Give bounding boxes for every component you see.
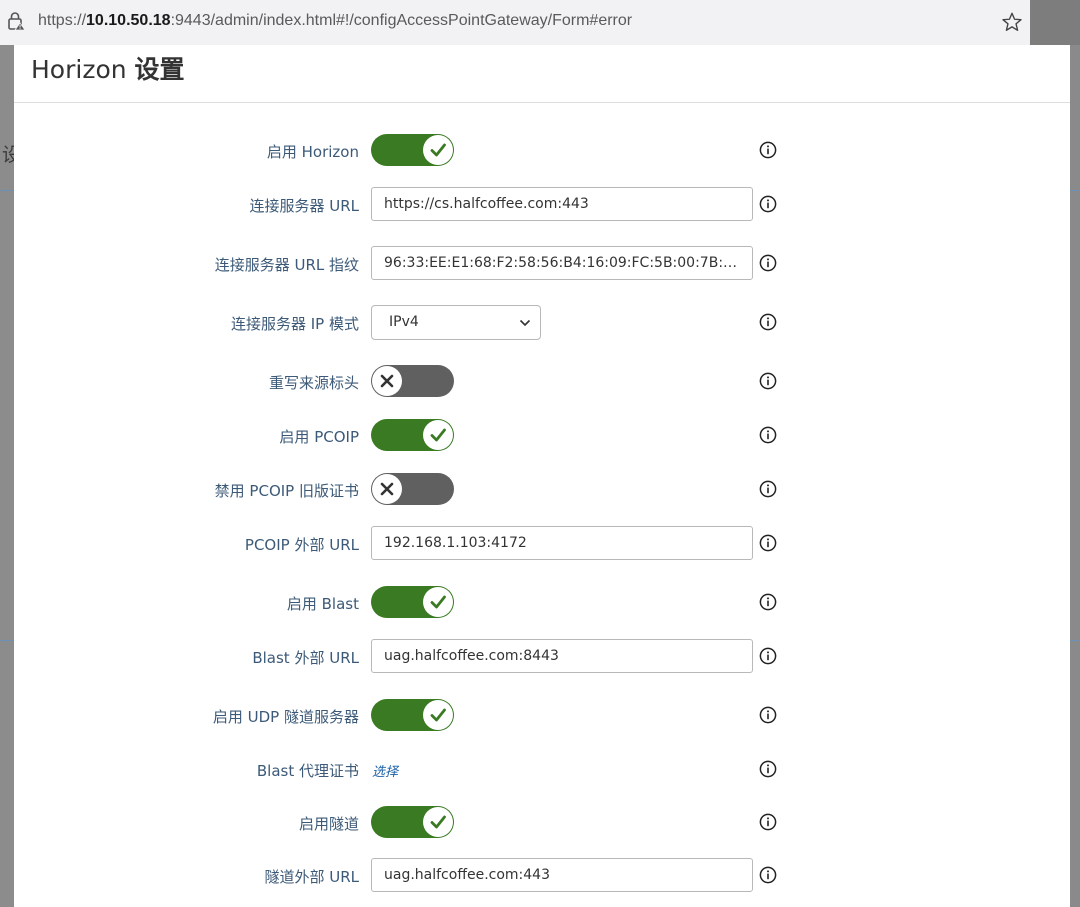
background-divider (0, 190, 14, 191)
field-label: Blast 代理证书 (256, 762, 359, 780)
field-label: 连接服务器 IP 模式 (230, 315, 359, 333)
field-label: 连接服务器 URL (249, 197, 359, 215)
row-enable-blast: 启用 Blast (14, 582, 1070, 622)
row-blast-external-url: Blast 外部 URL (14, 636, 1070, 676)
dialog-header: Horizon 设置 (14, 45, 1070, 103)
enable-blast-toggle[interactable] (371, 586, 454, 618)
enable-tunnel-toggle[interactable] (371, 806, 454, 838)
info-icon[interactable] (759, 195, 777, 213)
field-label: 重写来源标头 (268, 374, 359, 392)
info-icon[interactable] (759, 313, 777, 331)
row-pcoip-external-url: PCOIP 外部 URL (14, 523, 1070, 563)
field-label: 启用 UDP 隧道服务器 (212, 708, 359, 726)
row-blast-proxy-cert: Blast 代理证书 选择 (14, 749, 1070, 789)
field-label: 连接服务器 URL 指纹 (214, 256, 359, 274)
lock-warning-icon[interactable] (6, 11, 26, 31)
connection-server-url-input[interactable] (371, 187, 753, 221)
field-label: PCOIP 外部 URL (244, 536, 359, 554)
info-icon[interactable] (759, 593, 777, 611)
toolbar-edge (1030, 0, 1080, 45)
background-divider (1070, 640, 1080, 641)
cross-icon (380, 482, 394, 496)
bookmark-star-icon[interactable] (1001, 11, 1023, 33)
field-label: 禁用 PCOIP 旧版证书 (214, 482, 359, 500)
ip-mode-value: IPv4 (389, 314, 419, 330)
blast-external-url-input[interactable] (371, 639, 753, 673)
field-label: Blast 外部 URL (252, 649, 359, 667)
info-icon[interactable] (759, 426, 777, 444)
check-icon (430, 708, 446, 722)
info-icon[interactable] (759, 706, 777, 724)
info-icon[interactable] (759, 866, 777, 884)
check-icon (430, 428, 446, 442)
row-rewrite-origin-header: 重写来源标头 (14, 361, 1070, 401)
chevron-down-icon (519, 319, 531, 327)
field-label: 启用 Blast (286, 595, 359, 613)
background-divider (1070, 190, 1080, 191)
browser-url-bar: https://10.10.50.18:9443/admin/index.htm… (0, 0, 1080, 45)
info-icon[interactable] (759, 141, 777, 159)
row-disable-pcoip-legacy-cert: 禁用 PCOIP 旧版证书 (14, 469, 1070, 509)
tunnel-external-url-input[interactable] (371, 858, 753, 892)
info-icon[interactable] (759, 254, 777, 272)
dialog-title: Horizon 设置 (31, 55, 185, 84)
enable-udp-tunnel-server-toggle[interactable] (371, 699, 454, 731)
info-icon[interactable] (759, 760, 777, 778)
check-icon (430, 815, 446, 829)
check-icon (430, 595, 446, 609)
row-connection-server-ip-mode: 连接服务器 IP 模式 IPv4 (14, 302, 1070, 342)
address-field[interactable]: https://10.10.50.18:9443/admin/index.htm… (38, 12, 632, 30)
field-label: 启用 Horizon (266, 143, 359, 161)
info-icon[interactable] (759, 647, 777, 665)
info-icon[interactable] (759, 813, 777, 831)
background-page: 设 (0, 45, 21, 907)
horizon-settings-dialog: Horizon 设置 启用 Horizon 连接服务器 URL 连接服务器 UR… (14, 45, 1070, 907)
ip-mode-select[interactable]: IPv4 (371, 305, 541, 340)
row-enable-horizon: 启用 Horizon (14, 130, 1070, 170)
disable-pcoip-legacy-cert-toggle[interactable] (371, 473, 454, 505)
row-connection-server-thumbprint: 连接服务器 URL 指纹 (14, 243, 1070, 283)
rewrite-origin-header-toggle[interactable] (371, 365, 454, 397)
row-enable-tunnel: 启用隧道 (14, 802, 1070, 842)
check-icon (430, 143, 446, 157)
row-enable-udp-tunnel-server: 启用 UDP 隧道服务器 (14, 695, 1070, 735)
info-icon[interactable] (759, 372, 777, 390)
info-icon[interactable] (759, 534, 777, 552)
pcoip-external-url-input[interactable] (371, 526, 753, 560)
field-label: 启用隧道 (298, 815, 359, 833)
row-connection-server-url: 连接服务器 URL (14, 184, 1070, 224)
row-enable-pcoip: 启用 PCOIP (14, 415, 1070, 455)
enable-horizon-toggle[interactable] (371, 134, 454, 166)
cross-icon (380, 374, 394, 388)
field-label: 隧道外部 URL (264, 868, 359, 886)
background-divider (0, 640, 14, 641)
row-tunnel-external-url: 隧道外部 URL (14, 855, 1070, 895)
info-icon[interactable] (759, 480, 777, 498)
field-label: 启用 PCOIP (279, 428, 359, 446)
select-cert-link[interactable]: 选择 (372, 761, 398, 780)
enable-pcoip-toggle[interactable] (371, 419, 454, 451)
connection-server-thumbprint-input[interactable] (371, 246, 753, 280)
